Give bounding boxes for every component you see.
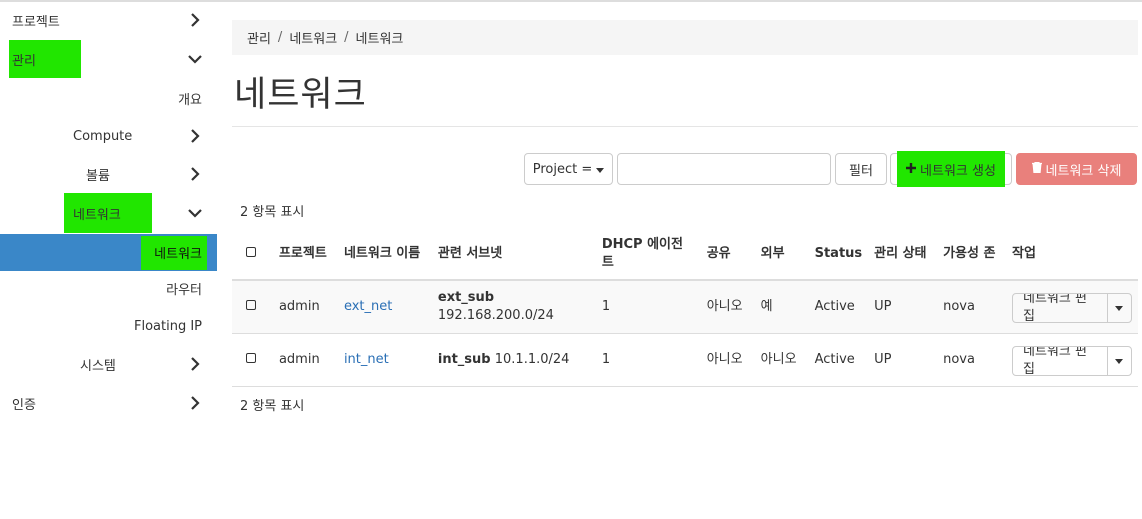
external-cell: 예 — [760, 298, 773, 314]
breadcrumb: 관리 / 네트워크 / 네트워크 — [232, 20, 1138, 55]
sidebar-item-network-group[interactable]: 네트워크 — [0, 195, 217, 231]
chevron-right-icon — [186, 355, 204, 373]
edit-network-button[interactable]: 네트워크 편집 — [1013, 347, 1108, 375]
delete-networks-label: 네트워크 삭제 — [1045, 163, 1122, 179]
column-header[interactable]: Status — [809, 228, 869, 280]
row-actions: 네트워크 편집 — [1012, 293, 1132, 324]
subnet-cell: int_sub 10.1.1.0/24 — [432, 333, 596, 386]
network-name-link[interactable]: int_net — [344, 352, 389, 367]
sidebar-item-volume[interactable]: 볼륨 — [0, 156, 217, 192]
column-header[interactable]: 프로젝트 — [273, 228, 338, 280]
create-network-button[interactable]: 네트워크 생성 — [890, 151, 1012, 187]
select-all-checkbox[interactable] — [246, 246, 256, 257]
trash-icon — [1031, 160, 1042, 177]
zone-cell: nova — [943, 351, 975, 367]
column-header[interactable]: 관리 상태 — [868, 228, 937, 280]
caret-down-icon[interactable] — [1108, 347, 1131, 375]
chevron-right-icon — [186, 127, 204, 145]
sidebar-item-label: 프로젝트 — [12, 14, 60, 30]
admin-state-cell: UP — [874, 351, 892, 367]
caret-down-icon[interactable] — [1108, 294, 1131, 322]
project-cell: admin — [278, 298, 320, 314]
page-title: 네트워크 — [234, 75, 367, 115]
plus-icon — [906, 162, 917, 177]
column-header[interactable]: 관련 서브넷 — [432, 228, 596, 280]
networks-table: 프로젝트 네트워크 이름 관련 서브넷 DHCP 에이전트 공유 외부 Stat… — [232, 228, 1138, 387]
sidebar-item-label: 라우터 — [166, 282, 202, 298]
sidebar-item-label: 시스템 — [80, 358, 116, 374]
admin-state-cell: UP — [874, 298, 892, 314]
column-header[interactable]: 가용성 존 — [937, 228, 1006, 280]
item-count: 2 항목 표시 — [240, 205, 305, 220]
breadcrumb-separator: / — [277, 30, 283, 45]
sidebar-item-label: Floating IP — [133, 318, 202, 334]
sidebar-item-compute[interactable]: Compute — [0, 118, 217, 154]
filter-field-select[interactable]: Project = — [524, 153, 613, 185]
item-count-footer: 2 항목 표시 — [240, 399, 305, 414]
chevron-right-icon — [186, 11, 204, 29]
subnet-cidr: 192.168.200.0/24 — [437, 307, 554, 323]
filter-field-label: Project = — [532, 161, 593, 177]
sidebar-item-label: 인증 — [12, 397, 36, 413]
edit-network-button[interactable]: 네트워크 편집 — [1013, 294, 1108, 323]
sidebar-item-routers[interactable]: 라우터 — [0, 270, 217, 306]
chevron-down-icon — [186, 50, 204, 68]
sidebar-item-networks[interactable]: 네트워크 — [0, 234, 217, 271]
table-row: admin int_net int_sub 10.1.1.0/24 1 아니오 … — [232, 333, 1138, 386]
sidebar-item-label: 네트워크 — [154, 247, 202, 262]
sidebar-item-project[interactable]: 프로젝트 — [0, 2, 217, 38]
subnet-cell: ext_sub 192.168.200.0/24 — [432, 280, 596, 333]
sidebar-item-overview[interactable]: 개요 — [0, 80, 217, 116]
subnet-cidr: 10.1.1.0/24 — [494, 351, 570, 367]
row-actions: 네트워크 편집 — [1012, 346, 1132, 376]
subnet-name: int_sub — [437, 351, 491, 367]
breadcrumb-item[interactable]: 네트워크 — [289, 28, 337, 47]
filter-button[interactable]: 필터 — [835, 153, 887, 185]
sidebar-item-label: 네트워크 — [73, 207, 121, 223]
row-checkbox[interactable] — [246, 299, 256, 310]
filter-input[interactable] — [617, 153, 831, 185]
caret-down-icon — [596, 162, 605, 177]
column-header[interactable]: 외부 — [755, 228, 809, 280]
column-header: 작업 — [1012, 245, 1036, 261]
chevron-right-icon — [186, 394, 204, 412]
sidebar-item-admin[interactable]: 관리 — [0, 41, 217, 77]
sidebar-item-floating-ip[interactable]: Floating IP — [0, 308, 217, 344]
sidebar: 프로젝트 관리 개요 Compute 볼륨 네트워크 네트워크 라우터 Floa… — [0, 0, 217, 519]
dhcp-cell: 1 — [601, 298, 611, 314]
network-name-link[interactable]: ext_net — [344, 299, 392, 314]
subnet-name: ext_sub — [437, 289, 495, 305]
sidebar-item-system[interactable]: 시스템 — [0, 346, 217, 382]
sidebar-item-label: Compute — [73, 128, 133, 144]
row-checkbox[interactable] — [246, 352, 256, 363]
sidebar-item-label: 개요 — [178, 92, 202, 108]
breadcrumb-separator: / — [344, 30, 349, 45]
dhcp-cell: 1 — [601, 351, 611, 367]
shared-cell: 아니오 — [706, 298, 743, 314]
status-cell: Active — [814, 351, 855, 367]
external-cell: 아니오 — [760, 351, 797, 367]
breadcrumb-item[interactable]: 관리 — [247, 28, 271, 47]
column-header[interactable]: DHCP 에이전트 — [596, 228, 701, 280]
sidebar-item-label: 볼륨 — [86, 168, 110, 184]
create-network-label: 네트워크 생성 — [920, 163, 996, 179]
table-row: admin ext_net ext_sub 192.168.200.0/24 1 … — [232, 280, 1138, 333]
sidebar-item-identity[interactable]: 인증 — [0, 385, 217, 421]
project-cell: admin — [278, 351, 320, 367]
zone-cell: nova — [943, 298, 975, 314]
column-header[interactable]: 공유 — [701, 228, 755, 280]
divider — [232, 126, 1138, 127]
chevron-down-icon — [186, 204, 204, 222]
sidebar-item-label: 관리 — [12, 53, 36, 69]
breadcrumb-item: 네트워크 — [355, 32, 404, 47]
shared-cell: 아니오 — [706, 351, 743, 367]
filter-button-label: 필터 — [849, 163, 873, 179]
status-cell: Active — [814, 298, 855, 314]
table-header-row: 프로젝트 네트워크 이름 관련 서브넷 DHCP 에이전트 공유 외부 Stat… — [232, 228, 1138, 280]
delete-networks-button[interactable]: 네트워크 삭제 — [1016, 153, 1137, 185]
chevron-right-icon — [186, 165, 204, 183]
column-header[interactable]: 네트워크 이름 — [338, 228, 432, 280]
